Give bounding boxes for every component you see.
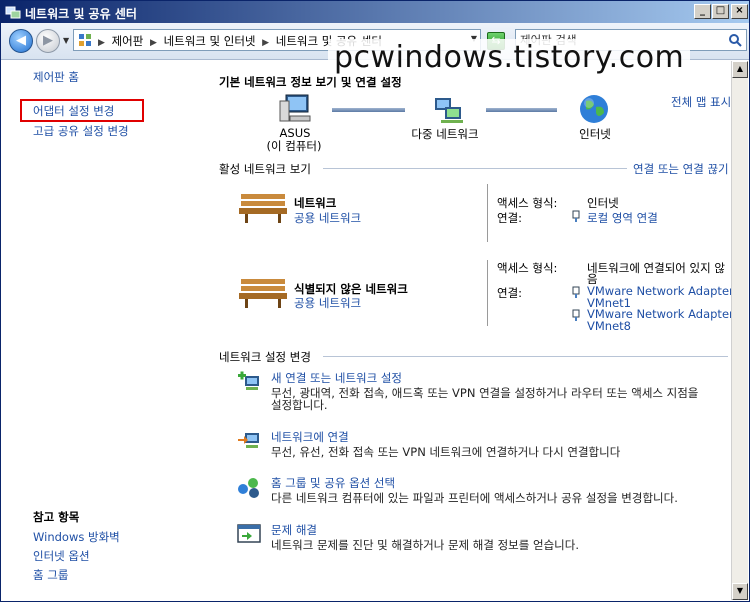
change-settings-heading: 네트워크 설정 변경 <box>219 350 311 364</box>
back-arrow-icon: ◀ <box>16 33 26 48</box>
content-area: 제어판 홈 어댑터 설정 변경 고급 공유 설정 변경 참고 항목 Window… <box>1 61 734 601</box>
active-networks-heading: 활성 네트워크 보기 <box>219 162 311 176</box>
vmnet1-connection-link[interactable]: VMware Network Adapter VMnet1 <box>587 285 734 309</box>
column-divider <box>487 184 488 242</box>
connections-label: 연결: <box>497 286 523 300</box>
vmnet8-connection-link[interactable]: VMware Network Adapter VMnet8 <box>587 308 734 332</box>
watermark-text: pcwindows.tistory.com <box>328 39 691 77</box>
access-type-label: 액세스 형식: <box>497 196 558 210</box>
search-icon[interactable] <box>728 33 742 47</box>
connection-line <box>486 108 557 112</box>
connect-to-network-icon <box>238 433 259 448</box>
homegroup-link[interactable]: 홈 그룹 <box>33 567 68 583</box>
connection-line <box>332 108 405 112</box>
network-type-link[interactable]: 공용 네트워크 <box>294 210 361 226</box>
homegroup-sharing-options-desc: 다른 네트워크 컴퓨터에 있는 파일과 프린터에 액세스하거나 공유 설정을 변… <box>271 491 678 505</box>
back-button[interactable]: ◀ <box>9 29 33 53</box>
connect-to-network-desc: 무선, 유선, 전화 접속 또는 VPN 네트워크에 연결하거나 다시 연결합니… <box>271 445 621 459</box>
window-title: 네트워크 및 공유 센터 <box>25 7 137 21</box>
setup-new-connection-link[interactable]: 새 연결 또는 네트워크 설정 <box>271 370 402 386</box>
section-divider <box>323 356 728 357</box>
advanced-sharing-settings-link[interactable]: 고급 공유 설정 변경 <box>33 123 129 139</box>
control-panel-icon <box>79 34 91 46</box>
forward-button[interactable]: ▶ <box>36 29 60 53</box>
history-dropdown-icon[interactable]: ▼ <box>63 36 69 45</box>
scroll-down-arrow-icon[interactable]: ▼ <box>732 583 748 600</box>
network-center-icon <box>5 6 21 19</box>
connect-to-network-link[interactable]: 네트워크에 연결 <box>271 429 349 445</box>
ethernet-adapter-icon <box>572 309 580 321</box>
network-type-link[interactable]: 공용 네트워크 <box>294 295 361 311</box>
multiple-networks-icon[interactable] <box>431 94 465 124</box>
maximize-button[interactable]: □ <box>712 4 729 19</box>
see-full-map-link[interactable]: 전체 맵 표시 <box>671 94 731 110</box>
task-pane: 제어판 홈 어댑터 설정 변경 고급 공유 설정 변경 참고 항목 Window… <box>1 61 206 601</box>
network-label: 다중 네트워크 <box>411 127 479 141</box>
breadcrumb-network-internet[interactable]: 네트워크 및 인터넷 <box>164 34 256 48</box>
setup-new-connection-desc-continued: 설정합니다. <box>271 398 328 412</box>
bench-icon <box>239 194 287 223</box>
minimize-button[interactable]: _ <box>694 4 711 19</box>
breadcrumb-separator-icon[interactable]: ▶ <box>98 38 105 48</box>
windows-firewall-link[interactable]: Windows 방화벽 <box>33 529 120 545</box>
scroll-up-arrow-icon[interactable]: ▲ <box>732 61 748 78</box>
breadcrumb-control-panel[interactable]: 제어판 <box>112 34 144 48</box>
connections-label: 연결: <box>497 211 523 225</box>
access-type-label: 액세스 형식: <box>497 261 558 275</box>
internet-options-link[interactable]: 인터넷 옵션 <box>33 548 90 564</box>
title-bar: 네트워크 및 공유 센터 _ □ × <box>1 1 749 23</box>
breadcrumb-separator-icon[interactable]: ▶ <box>262 38 269 48</box>
breadcrumb-separator-icon[interactable]: ▶ <box>150 38 157 48</box>
homegroup-icon <box>238 478 259 498</box>
see-also-heading: 참고 항목 <box>33 510 80 524</box>
ethernet-adapter-icon <box>572 210 580 222</box>
change-adapter-settings-link[interactable]: 어댑터 설정 변경 <box>33 103 114 119</box>
new-connection-icon <box>238 371 259 390</box>
control-panel-home-link[interactable]: 제어판 홈 <box>33 69 79 85</box>
window: 네트워크 및 공유 센터 _ □ × ◀ ▶ ▼ ▶ 제어판 ▶ 네트워크 및 … <box>0 0 750 602</box>
connect-disconnect-link[interactable]: 연결 또는 연결 끊기 <box>633 161 729 177</box>
troubleshoot-icon <box>237 524 261 543</box>
local-area-connection-link[interactable]: 로컬 영역 연결 <box>587 210 658 226</box>
section-divider <box>323 168 627 169</box>
column-divider <box>487 260 488 326</box>
computer-icon <box>279 94 311 122</box>
vmnet8-adapter-id[interactable]: VMnet8 <box>587 319 631 333</box>
computer-subtitle: (이 컴퓨터) <box>266 139 322 153</box>
troubleshoot-problems-desc: 네트워크 문제를 진단 및 해결하거나 문제 해결 정보를 얻습니다. <box>271 538 579 552</box>
network-name: 네트워크 <box>294 196 337 210</box>
ethernet-adapter-icon <box>572 286 580 298</box>
bench-icon <box>239 279 287 308</box>
internet-label: 인터넷 <box>579 127 611 141</box>
close-button[interactable]: × <box>731 4 748 19</box>
access-type-value: 네트워크에 연결되어 있지 않 <box>587 261 725 275</box>
forward-arrow-icon: ▶ <box>43 33 53 48</box>
troubleshoot-problems-link[interactable]: 문제 해결 <box>271 522 317 538</box>
access-type-value: 인터넷 <box>587 196 619 210</box>
internet-globe-icon[interactable] <box>578 93 610 125</box>
homegroup-sharing-options-link[interactable]: 홈 그룹 및 공유 옵션 선택 <box>271 475 395 491</box>
vertical-scrollbar[interactable]: ▲ ▼ <box>731 61 748 600</box>
setup-new-connection-desc: 무선, 광대역, 전화 접속, 애드혹 또는 VPN 연결을 설정하거나 라우터… <box>271 386 699 400</box>
